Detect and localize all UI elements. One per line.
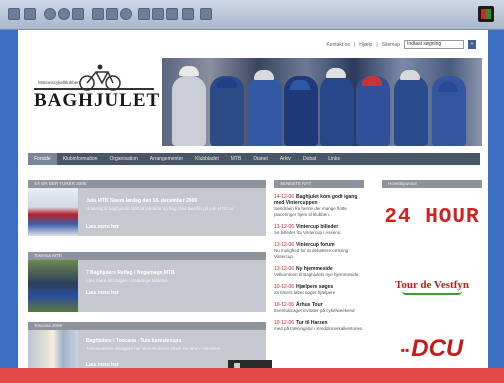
- nav-item-arkiv[interactable]: Arkiv: [274, 153, 297, 165]
- sitemap-link[interactable]: Sitemap: [382, 42, 400, 48]
- news-text: Læs mere om dagen i Snæringe tabletue.: [86, 278, 170, 283]
- news-heading: Tokertsa MTB: [28, 252, 266, 260]
- discuss-icon[interactable]: [182, 8, 194, 20]
- news-description: Se billeder fra Vintercup i Assens.: [274, 230, 342, 235]
- sponsor-heading: Hovedsponsor: [382, 180, 482, 188]
- read-more-link[interactable]: Læs mere her: [86, 290, 119, 296]
- news-title[interactable]: 7 Baghjulers Reflag i Negamøge MTB: [86, 270, 175, 276]
- contact-link[interactable]: Kontakt os: [326, 42, 350, 48]
- nav-item-organisation[interactable]: Organisation: [103, 153, 143, 165]
- nav-item-debat[interactable]: Debat: [297, 153, 322, 165]
- logo-name: BAGHJULET: [34, 90, 161, 111]
- news-description: 24 timers løbet søger hjælpere: [274, 290, 336, 295]
- header-links: Kontakt os | Hjælp | Sitemap Indtast søg…: [326, 40, 476, 49]
- messenger-icon[interactable]: [200, 8, 212, 20]
- nav-item-forside[interactable]: Forside: [28, 153, 57, 165]
- sponsor-column: Hovedsponsor 24 HOUR Tour de Vestfyn ▪▪D…: [382, 180, 482, 363]
- list-item[interactable]: 13-12-06 Ny hjemmeside Velkommen til Bagh…: [274, 266, 364, 278]
- news-text: Unternig til baghjulets stort af juletur…: [86, 206, 235, 211]
- news-description: med på træningstur i Kreddinnerkalkestor…: [274, 326, 363, 331]
- browser-toolbar: [0, 0, 504, 30]
- news-item: SÅ ER DER TURER 2006 Julo MTB Swem lørda…: [28, 180, 266, 236]
- edit-icon[interactable]: [166, 8, 178, 20]
- news-description: Velkommen til Baghjulets nye hjemmeside.: [274, 272, 360, 277]
- list-item[interactable]: 13-12-06 Vintercup forum Nu mulighed for …: [274, 242, 364, 260]
- print-icon[interactable]: [152, 8, 164, 20]
- news-heading: Toscana 2006: [28, 322, 266, 330]
- news-description: Søndraen fra herrle der mange flotte pla…: [274, 206, 347, 217]
- list-item[interactable]: 10-12-06 Tur til Harzen med på træningstu…: [274, 320, 364, 332]
- mail-icon[interactable]: [138, 8, 150, 20]
- latest-news: SENESTE NYT 14-12-06 Baghjulet kom godt i…: [274, 180, 364, 332]
- list-item[interactable]: 14-12-06 Baghjulet kom godt igang med Vin…: [274, 194, 364, 218]
- site-logo[interactable]: Motionscykelklubben BAGHJULET: [28, 62, 164, 142]
- news-heading: SÅ ER DER TURER 2006: [28, 180, 266, 188]
- home-icon[interactable]: [72, 8, 84, 20]
- sponsor-dcu-logo[interactable]: ▪▪DCU: [382, 335, 482, 363]
- help-link[interactable]: Hjælp: [359, 42, 372, 48]
- news-image[interactable]: [28, 188, 78, 236]
- hero-cyclists-image: [162, 58, 482, 146]
- news-image[interactable]: [28, 260, 78, 312]
- taskbar: [0, 368, 504, 383]
- news-description: Eventuldraget invitater på cykelweekend: [274, 308, 355, 313]
- news-item: Tokertsa MTB 7 Baghjulers Reflag i Negam…: [28, 252, 266, 312]
- logo-subtitle: Motionscykelklubben: [38, 80, 80, 85]
- nav-item-klubinformation[interactable]: Klubinformation: [57, 153, 104, 165]
- news-title[interactable]: Julo MTB Swem lørdag den 16. december 20…: [86, 198, 197, 204]
- news-title[interactable]: Baghjulere i Toscana - Tuls korestenspo: [86, 338, 181, 344]
- nav-item-arrangementer[interactable]: Arrangementer: [144, 153, 189, 165]
- dots-icon: ▪▪: [400, 342, 410, 357]
- swoosh-icon: [402, 291, 462, 295]
- sponsor-24hour-logo[interactable]: 24 HOUR: [382, 206, 482, 229]
- back-icon[interactable]: [8, 8, 20, 20]
- web-page: Kontakt os | Hjælp | Sitemap Indtast søg…: [18, 30, 488, 383]
- stop-icon[interactable]: [44, 8, 56, 20]
- refresh-icon[interactable]: [58, 8, 70, 20]
- read-more-link[interactable]: Læs mere her: [86, 224, 119, 230]
- list-item[interactable]: 10-12-06 Hjælpere søges 24 timers løbet s…: [274, 284, 364, 296]
- nav-item-klubbladet[interactable]: Klubbladet: [189, 153, 225, 165]
- nav-item-mtb[interactable]: MTB: [225, 153, 248, 165]
- sponsor-tour-text: Tour de Vestfyn: [395, 279, 469, 291]
- favorites-icon[interactable]: [106, 8, 118, 20]
- sponsor-dcu-text: DCU: [411, 335, 464, 362]
- news-description: Nu mulighed for at debattere omkring Vin…: [274, 248, 349, 259]
- nav-item-dianet[interactable]: Dianet: [247, 153, 273, 165]
- sponsor-tour-de-vestfyn-logo[interactable]: Tour de Vestfyn: [382, 279, 482, 295]
- latest-news-heading: SENESTE NYT: [274, 180, 364, 188]
- windows-logo-icon: [478, 6, 494, 22]
- history-icon[interactable]: [120, 8, 132, 20]
- main-navigation: Forside Klubinformation Organisation Arr…: [28, 153, 480, 165]
- search-input[interactable]: Indtast søgning: [404, 40, 464, 49]
- nav-item-links[interactable]: Links: [322, 153, 346, 165]
- search-button[interactable]: »: [468, 40, 476, 49]
- forward-icon[interactable]: [24, 8, 36, 20]
- list-item[interactable]: 13-12-06 Vintercup billeder Se billeder f…: [274, 224, 364, 236]
- search-icon[interactable]: [92, 8, 104, 20]
- news-text: Toscanaturen deltagere har skrevet deres…: [86, 346, 222, 351]
- list-item[interactable]: 10-12-06 Århus Tour Eventuldraget invitat…: [274, 302, 364, 314]
